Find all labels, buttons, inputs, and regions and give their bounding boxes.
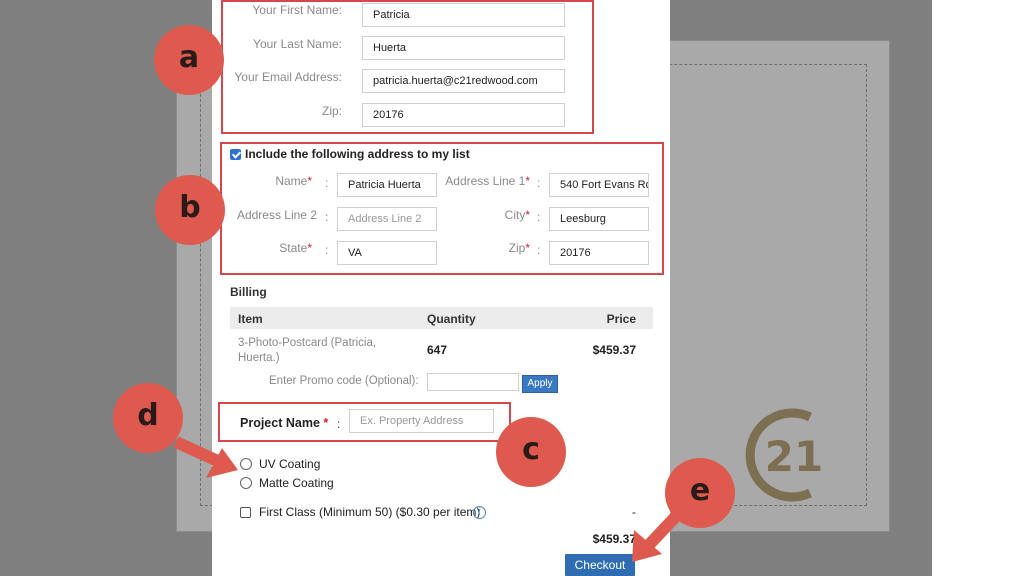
arrow-d-shaft <box>173 436 223 468</box>
annotation-arrows <box>173 436 685 562</box>
callout-e: e <box>665 458 735 528</box>
callout-a: a <box>154 25 224 95</box>
callout-b: b <box>155 175 225 245</box>
callout-c: c <box>496 417 566 487</box>
callout-d: d <box>113 383 183 453</box>
